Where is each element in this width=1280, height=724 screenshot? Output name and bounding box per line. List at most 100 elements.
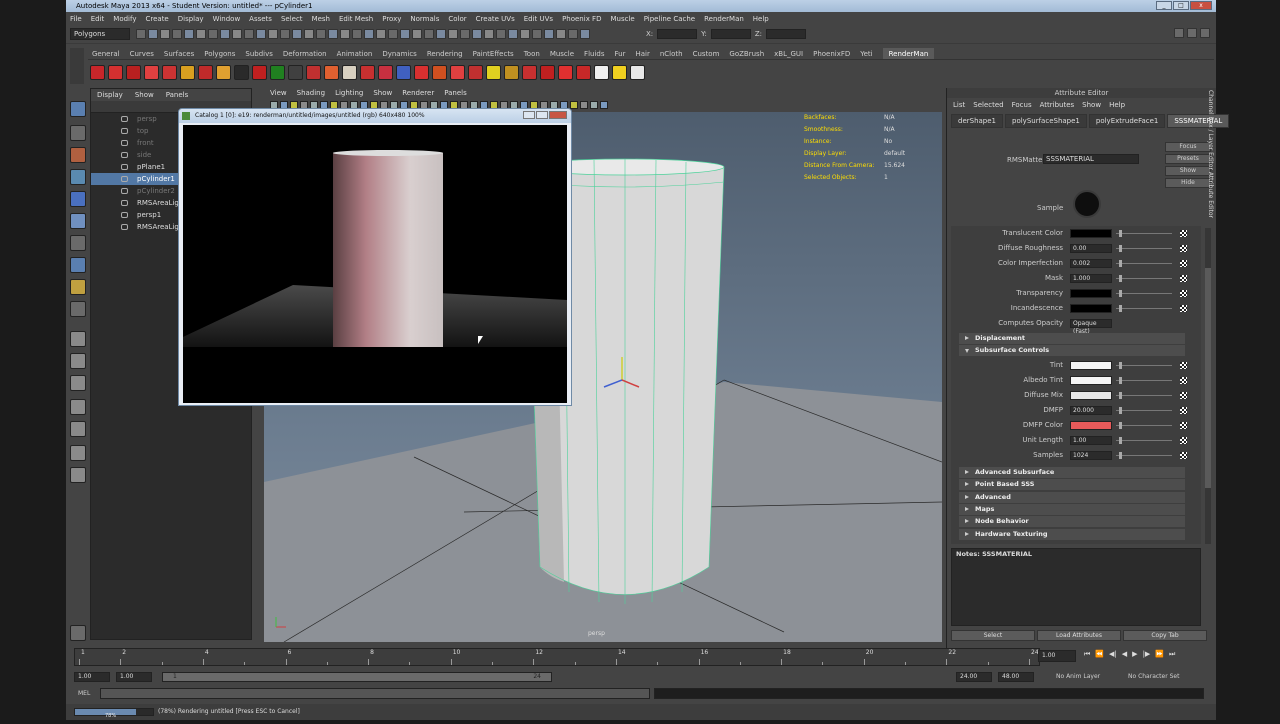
slider-knob[interactable] <box>1119 305 1122 312</box>
map-button-icon[interactable] <box>1180 377 1187 384</box>
menu-modify[interactable]: Modify <box>113 15 136 23</box>
shelf-tab-rendering[interactable]: Rendering <box>427 48 463 59</box>
attr-slider[interactable] <box>1116 308 1172 309</box>
shelf-tab-surfaces[interactable]: Surfaces <box>164 48 194 59</box>
map-button-icon[interactable] <box>1180 437 1187 444</box>
outliner-layout-icon[interactable] <box>70 467 86 483</box>
status-tool-icon[interactable] <box>172 29 182 39</box>
command-language-label[interactable]: MEL <box>78 690 90 697</box>
shelf-tab-toon[interactable]: Toon <box>524 48 540 59</box>
viewport-tool-icon[interactable] <box>570 101 578 109</box>
shelf-tool-icon[interactable] <box>360 64 375 80</box>
menu-file[interactable]: File <box>70 15 82 23</box>
status-tool-icon[interactable] <box>580 29 590 39</box>
attr-slider[interactable] <box>1116 263 1172 264</box>
attr-color-swatch[interactable] <box>1070 376 1112 385</box>
menu-edit-mesh[interactable]: Edit Mesh <box>339 15 373 23</box>
universal-manip-icon[interactable] <box>70 235 86 251</box>
close-button[interactable]: x <box>1190 1 1212 10</box>
menu-select[interactable]: Select <box>281 15 303 23</box>
menu-normals[interactable]: Normals <box>410 15 439 23</box>
shelf-tool-icon[interactable] <box>576 64 591 80</box>
shelf-tool-icon[interactable] <box>180 64 195 80</box>
status-tool-icon[interactable] <box>328 29 338 39</box>
attr-menu-focus[interactable]: Focus <box>1012 98 1032 112</box>
shelf-tab-deformation[interactable]: Deformation <box>283 48 327 59</box>
attr-value-field[interactable]: 20.000 <box>1070 406 1112 415</box>
go-to-end-icon[interactable]: ⏭ <box>1169 650 1175 659</box>
shelf-tool-icon[interactable] <box>216 64 231 80</box>
slider-knob[interactable] <box>1119 245 1122 252</box>
attr-slider[interactable] <box>1116 455 1172 456</box>
map-button-icon[interactable] <box>1180 245 1187 252</box>
play-forward-icon[interactable]: ▶ <box>1132 650 1137 659</box>
paint-select-icon[interactable] <box>70 147 86 163</box>
step-back-icon[interactable]: ◀| <box>1109 650 1117 659</box>
attr-color-swatch[interactable] <box>1070 229 1112 238</box>
menu-pipeline-cache[interactable]: Pipeline Cache <box>644 15 695 23</box>
attr-select-button[interactable]: Select <box>951 630 1035 641</box>
status-tool-icon[interactable] <box>472 29 482 39</box>
menu-create-uvs[interactable]: Create UVs <box>476 15 515 23</box>
current-frame-field[interactable]: 1.00 <box>1038 650 1076 662</box>
range-slider[interactable]: 1 24 <box>162 672 552 682</box>
command-input[interactable] <box>100 688 650 699</box>
menu-set-dropdown[interactable]: Polygons <box>70 28 130 40</box>
viewport-tool-icon[interactable] <box>590 101 598 109</box>
shelf-tab-ncloth[interactable]: nCloth <box>660 48 683 59</box>
section-maps[interactable]: Maps <box>959 503 1185 515</box>
character-set-dropdown[interactable]: No Character Set <box>1128 673 1179 680</box>
play-back-icon[interactable]: ◀ <box>1122 650 1127 659</box>
shelf-tool-icon[interactable] <box>630 64 645 80</box>
slider-knob[interactable] <box>1119 422 1122 429</box>
section-advanced-subsurface[interactable]: Advanced Subsurface <box>959 467 1185 478</box>
node-name-field[interactable]: SSSMATERIAL <box>1043 154 1139 164</box>
status-tool-icon[interactable] <box>448 29 458 39</box>
attr-copy-tab-button[interactable]: Copy Tab <box>1123 630 1207 641</box>
four-view-layout-icon[interactable] <box>70 353 86 369</box>
section-displacement[interactable]: Displacement <box>959 333 1185 344</box>
attr-value-field[interactable]: 1.000 <box>1070 274 1112 283</box>
menu-proxy[interactable]: Proxy <box>382 15 401 23</box>
single-view-layout-icon[interactable] <box>70 331 86 347</box>
status-tool-icon[interactable] <box>316 29 326 39</box>
status-tool-icon[interactable] <box>136 29 146 39</box>
slider-knob[interactable] <box>1119 452 1122 459</box>
slider-knob[interactable] <box>1119 377 1122 384</box>
map-button-icon[interactable] <box>1180 290 1187 297</box>
shelf-tab-fur[interactable]: Fur <box>615 48 626 59</box>
attr-tab-dershape1[interactable]: derShape1 <box>951 114 1004 128</box>
side-tabs[interactable]: Channel Box / Layer Editor Attribute Edi… <box>1202 90 1214 290</box>
x-field[interactable] <box>657 29 698 39</box>
outliner-menu-show[interactable]: Show <box>135 89 154 101</box>
go-to-start-icon[interactable]: ⏮ <box>1084 650 1090 659</box>
shelf-tool-icon[interactable] <box>306 64 321 80</box>
attr-menu-attributes[interactable]: Attributes <box>1040 98 1075 112</box>
status-tool-icon[interactable] <box>292 29 302 39</box>
render-close-button[interactable] <box>549 111 567 119</box>
status-tool-icon[interactable] <box>208 29 218 39</box>
slider-knob[interactable] <box>1119 230 1122 237</box>
rotate-tool-icon[interactable] <box>70 191 86 207</box>
shelf-tool-icon[interactable] <box>432 64 447 80</box>
attr-tab-polysurfaceshape1[interactable]: polySurfaceShape1 <box>1005 114 1087 128</box>
attr-slider[interactable] <box>1116 380 1172 381</box>
shelf-tool-icon[interactable] <box>486 64 501 80</box>
shelf-tool-icon[interactable] <box>270 64 285 80</box>
attr-slider[interactable] <box>1116 278 1172 279</box>
lasso-tool-icon[interactable] <box>70 125 86 141</box>
time-slider[interactable]: 1 2 4 6 8 10 12 14 16 18 20 22 24 <box>74 648 1040 666</box>
section-hardware-texturing[interactable]: Hardware Texturing <box>959 528 1185 540</box>
slider-knob[interactable] <box>1119 275 1122 282</box>
menu-window[interactable]: Window <box>213 15 241 23</box>
attr-color-swatch[interactable] <box>1070 289 1112 298</box>
channel-box-toggle-icon[interactable] <box>1187 28 1197 38</box>
shelf-tool-icon[interactable] <box>414 64 429 80</box>
viewport-menu-show[interactable]: Show <box>373 88 392 98</box>
status-tool-icon[interactable] <box>532 29 542 39</box>
step-forward-key-icon[interactable]: ⏩ <box>1155 650 1164 659</box>
menu-edit-uvs[interactable]: Edit UVs <box>524 15 553 23</box>
slider-knob[interactable] <box>1119 260 1122 267</box>
status-tool-icon[interactable] <box>424 29 434 39</box>
shelf-tab-custom[interactable]: Custom <box>693 48 720 59</box>
